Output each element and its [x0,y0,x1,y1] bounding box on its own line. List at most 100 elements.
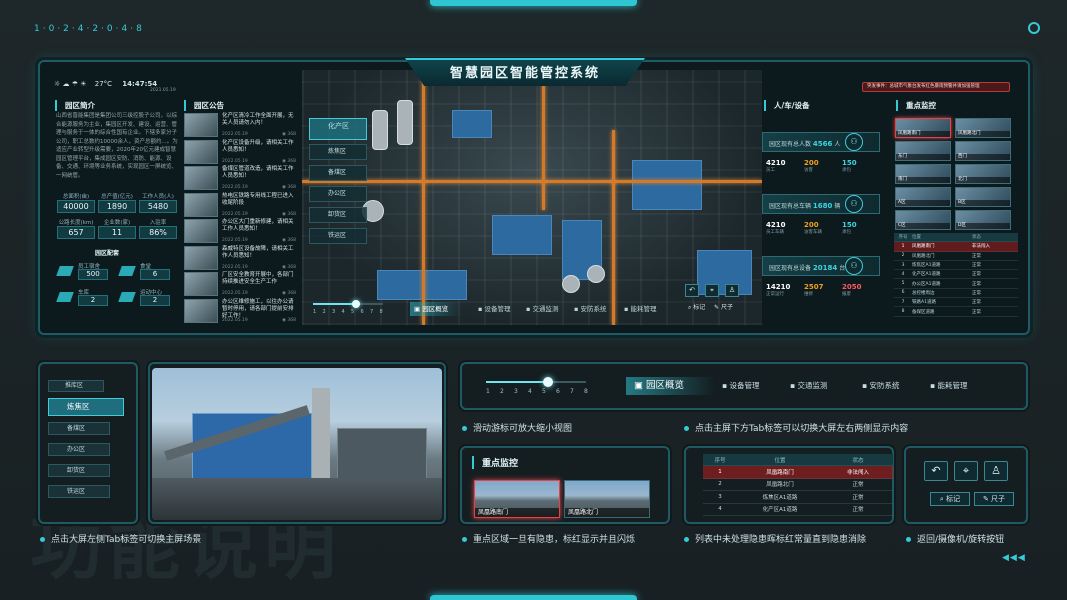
notice-item[interactable]: 化产区设备升级，请相关工作人员悉知！ 2022.05.19 ◉ 368 [184,139,296,165]
facility-value: 2 [78,295,108,306]
side-tab[interactable]: 卸货区 [309,207,367,223]
people-card-icon: ⚇ [845,133,863,151]
notice-item[interactable]: 办公区维修施工，以往办公请暂时停用，请各部门提前安排好工作！ 2022.05.19… [184,298,296,324]
list-row[interactable]: 4 化产区A1道路 正常 [703,504,893,516]
chimney [397,100,413,145]
slider-tick: 8 [584,388,588,395]
camera-thumb[interactable]: 东门 [895,141,951,161]
mini-tab[interactable]: 铁运区 [48,485,110,498]
camera-thumb[interactable]: 凤凰路北门 [564,480,650,518]
list-cell: 1 [718,469,722,476]
monitor-table-cell: 1 [901,243,905,249]
notice-thumb [184,113,218,137]
lower-slider-handle[interactable] [543,377,553,387]
alert-list: 序号 位置 状态 1 凤凰路南门 非法闯入 2 凤凰路北门 正常 3 炼焦区A1道路 正常 4 化产区A1… [703,454,893,516]
monitor-table-cell: 凤凰路北门 [912,253,935,259]
camera-thumb[interactable]: 南门 [895,164,951,184]
list-row[interactable]: 1 凤凰路南门 非法闯入 [703,466,893,479]
notice-item[interactable]: 森威特区设备故障，请相关工作人员悉知！ 2022.05.19 ◉ 368 [184,245,296,271]
people-breakdown-label: 正常运行 [766,292,784,297]
side-tab[interactable]: 炼焦区 [309,144,367,160]
lower-mark-button[interactable]: ⌕ 标记 [930,492,970,506]
lower-tab[interactable]: ▪ 能耗管理 [930,377,967,395]
rotate-icon[interactable]: ♙ [984,461,1008,481]
list-row[interactable]: 2 凤凰路北门 正常 [703,479,893,492]
mini-tab[interactable]: 炼焦区 [48,398,124,416]
deco-code: 1·0·2·4·2·0·4·8 [34,24,145,34]
side-tab[interactable]: 化产区 [309,118,367,140]
people-breakdown: 14210 正常运行 [766,283,791,297]
ring-icon [1028,22,1040,34]
notice-thumb [184,139,218,164]
pipeline [542,70,545,210]
side-tab[interactable]: 备煤区 [309,165,367,181]
lower-tab[interactable]: ▪ 交通监测 [790,377,827,395]
camera-thumb[interactable]: 西门 [955,141,1011,161]
monitor-table-row[interactable]: 5 办公区A1道路 正常 [894,279,1018,289]
people-breakdown: 200 访客 [804,159,819,173]
list-row[interactable]: 3 炼焦区A1道路 正常 [703,491,893,504]
lower-tab[interactable]: ▪ 安防系统 [862,377,899,395]
mark-button[interactable]: ⌕ 标记 [688,302,705,312]
mini-tab[interactable]: 备煤区 [48,422,110,435]
ruler-button[interactable]: ✎ 尺子 [714,302,733,311]
notice-item[interactable]: 热电区铁路专用线工程已进入收尾阶段 2022.05.19 ◉ 368 [184,192,296,218]
lower-tab[interactable]: ▪ 设备管理 [722,377,759,395]
notice-text: 热电区铁路专用线工程已进入收尾阶段 [222,192,294,206]
notice-heat: ◉ 368 [282,132,296,137]
mini-tab[interactable]: 卸货区 [48,464,110,477]
notice-item[interactable]: 办公区大门重新修建，请相关工作人员悉知！ 2022.05.19 ◉ 368 [184,219,296,244]
notice-item[interactable]: 化产区清冷工作全面开展，无关人员请勿入内！ 2022.05.19 ◉ 368 [184,113,296,138]
notice-thumb [184,245,218,270]
monitor-table-row[interactable]: 3 炼焦区A1道路 正常 [894,261,1018,271]
list-header-cell: 状态 [852,457,864,464]
bottom-tab[interactable]: ▪ 能耗管理 [624,302,672,316]
intro-text: 山西省晋能集团是集团公司三级控股子公司，以综合能源服务为主业，集园区开发、建设、… [56,113,178,179]
camera-thumb[interactable]: D区 [955,210,1011,230]
stat-value: 5480 [139,200,177,213]
bottom-tab[interactable]: ▪ 设备管理 [478,302,526,316]
lower-ruler-button[interactable]: ✎ 尺子 [974,492,1014,506]
side-tab[interactable]: 铁运区 [309,228,367,244]
mini-tab[interactable]: 推库区 [48,380,104,392]
camera-thumb-alert[interactable]: 凤凰路南门 [474,480,560,518]
alert-banner[interactable]: 突发事件：总城市气象台发布红色暴雨预警并请加强管理 [862,82,1010,92]
notice-item[interactable]: 厂区安全教育开展中，各部门持续推进安全生产工作 2022.05.19 ◉ 368 [184,272,296,297]
top-decoration [430,0,637,6]
lower-monitor-title: 重点监控 [472,456,518,469]
stat-value: 657 [57,226,95,239]
monitor-table-row[interactable]: 2 凤凰路北门 正常 [894,252,1018,261]
camera-thumb[interactable]: B区 [955,187,1011,207]
back-icon[interactable]: ↶ [685,284,699,297]
rotate-icon[interactable]: ♙ [725,284,739,297]
lower-slider-track[interactable] [486,377,586,387]
camera-thumb[interactable]: 北门 [955,164,1011,184]
monitor-table-row[interactable]: 8 备煤区道路 正常 [894,307,1018,317]
notice-date: 2022.05.19 [222,132,248,137]
monitor-table-row[interactable]: 7 铁路A1道路 正常 [894,298,1018,308]
side-tab[interactable]: 办公区 [309,186,367,202]
camera-icon[interactable]: ⌖ [705,284,719,297]
lower-tab[interactable]: ▣ 园区概览 [626,377,714,395]
camera-caption: 凤凰路南门 [896,131,950,137]
monitor-table-cell: 8 [901,309,905,315]
bottom-tab[interactable]: ▪ 安防系统 [574,302,622,316]
monitor-table-row[interactable]: 6 总控楼周边 正常 [894,289,1018,299]
monitor-table-cell: 6 [901,290,905,296]
monitor-table-row[interactable]: 1 凤凰路南门 非法闯入 [894,242,1018,252]
zoom-slider-track[interactable] [313,300,383,308]
bottom-tab[interactable]: ▣ 园区概览 [410,302,462,316]
bottom-tab[interactable]: ▪ 交通监测 [526,302,574,316]
back-icon[interactable]: ↶ [924,461,948,481]
monitor-table-cell: 总控楼周边 [912,290,935,296]
mini-tab[interactable]: 办公区 [48,443,110,456]
notice-thumb [184,192,218,217]
camera-icon[interactable]: ⌖ [954,461,978,481]
camera-thumb[interactable]: A区 [895,187,951,207]
camera-thumb[interactable]: 凤凰路南门 [895,118,951,138]
people-breakdown-label: 报废 [842,292,851,297]
camera-thumb[interactable]: C区 [895,210,951,230]
camera-thumb[interactable]: 凤凰路北门 [955,118,1011,138]
monitor-table-row[interactable]: 4 化产区A1道路 正常 [894,270,1018,280]
notice-item[interactable]: 备煤区管道改造，请相关工作人员悉知！ 2022.05.19 ◉ 368 [184,166,296,191]
